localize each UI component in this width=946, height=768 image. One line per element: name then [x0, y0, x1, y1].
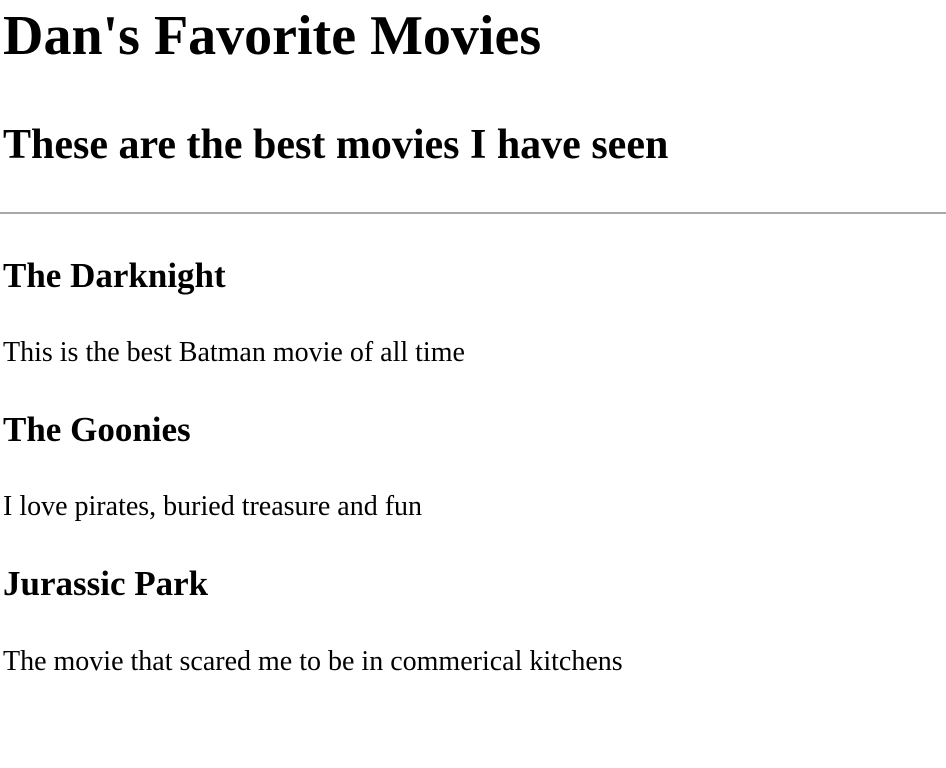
horizontal-divider: [0, 212, 946, 214]
movie-title-the-darknight: The Darknight: [3, 256, 226, 295]
movie-description-the-darknight: This is the best Batman movie of all tim…: [3, 337, 465, 368]
page-title: Dan's Favorite Movies: [3, 5, 542, 67]
movie-description-jurassic-park: The movie that scared me to be in commer…: [3, 646, 623, 677]
movie-title-the-goonies: The Goonies: [3, 410, 191, 449]
movie-title-jurassic-park: Jurassic Park: [3, 564, 209, 603]
movie-description-the-goonies: I love pirates, buried treasure and fun: [3, 491, 423, 522]
page-subtitle: These are the best movies I have seen: [3, 122, 669, 168]
